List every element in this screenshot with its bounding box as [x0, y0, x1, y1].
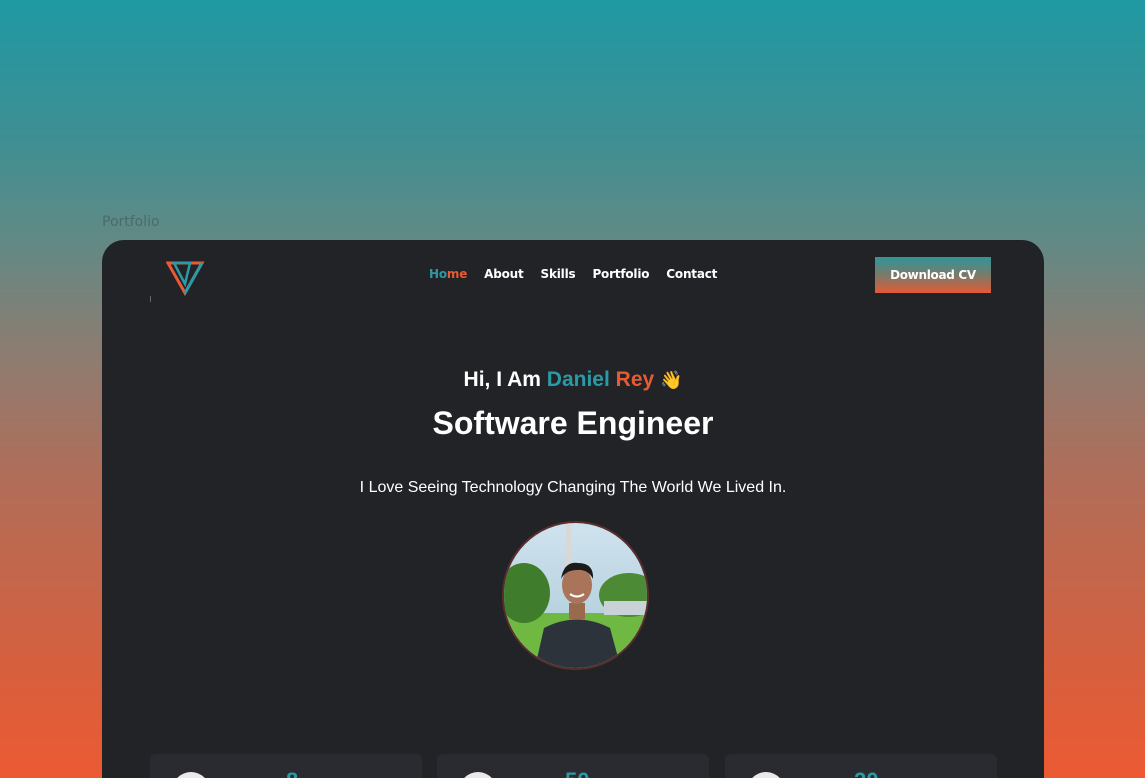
- nav-contact[interactable]: Contact: [666, 267, 717, 281]
- nav-skills[interactable]: Skills: [541, 267, 576, 281]
- hero-greeting: Hi, I Am Daniel Rey 👋: [102, 368, 1044, 392]
- stat-card: 8: [150, 754, 422, 778]
- wave-icon: 👋: [660, 370, 683, 390]
- stat-value: 20: [854, 768, 878, 778]
- stat-card: 20: [725, 754, 997, 778]
- portfolio-card: Home About Skills Portfolio Contact Down…: [102, 240, 1044, 778]
- stat-card: 50: [437, 754, 709, 778]
- main-nav: Home About Skills Portfolio Contact: [429, 267, 717, 281]
- nav-portfolio[interactable]: Portfolio: [592, 267, 649, 281]
- stat-icon: [459, 772, 497, 778]
- nav-about[interactable]: About: [484, 267, 524, 281]
- divider: [150, 296, 151, 302]
- avatar: [502, 521, 649, 670]
- hero-role: Software Engineer: [432, 405, 714, 441]
- download-cv-button[interactable]: Download CV: [875, 257, 991, 293]
- logo-icon[interactable]: [166, 260, 206, 296]
- last-name: Rey: [615, 368, 655, 391]
- stat-icon: [747, 772, 785, 778]
- stat-value: 50: [565, 768, 589, 778]
- stat-value: 8: [286, 768, 298, 778]
- greeting-text: Hi, I Am: [463, 368, 541, 391]
- stat-icon: [172, 772, 210, 778]
- nav-home[interactable]: Home: [429, 267, 467, 281]
- frame-label: Portfolio: [102, 214, 160, 230]
- first-name: Daniel: [546, 368, 610, 391]
- hero-tagline: I Love Seeing Technology Changing The Wo…: [359, 479, 787, 496]
